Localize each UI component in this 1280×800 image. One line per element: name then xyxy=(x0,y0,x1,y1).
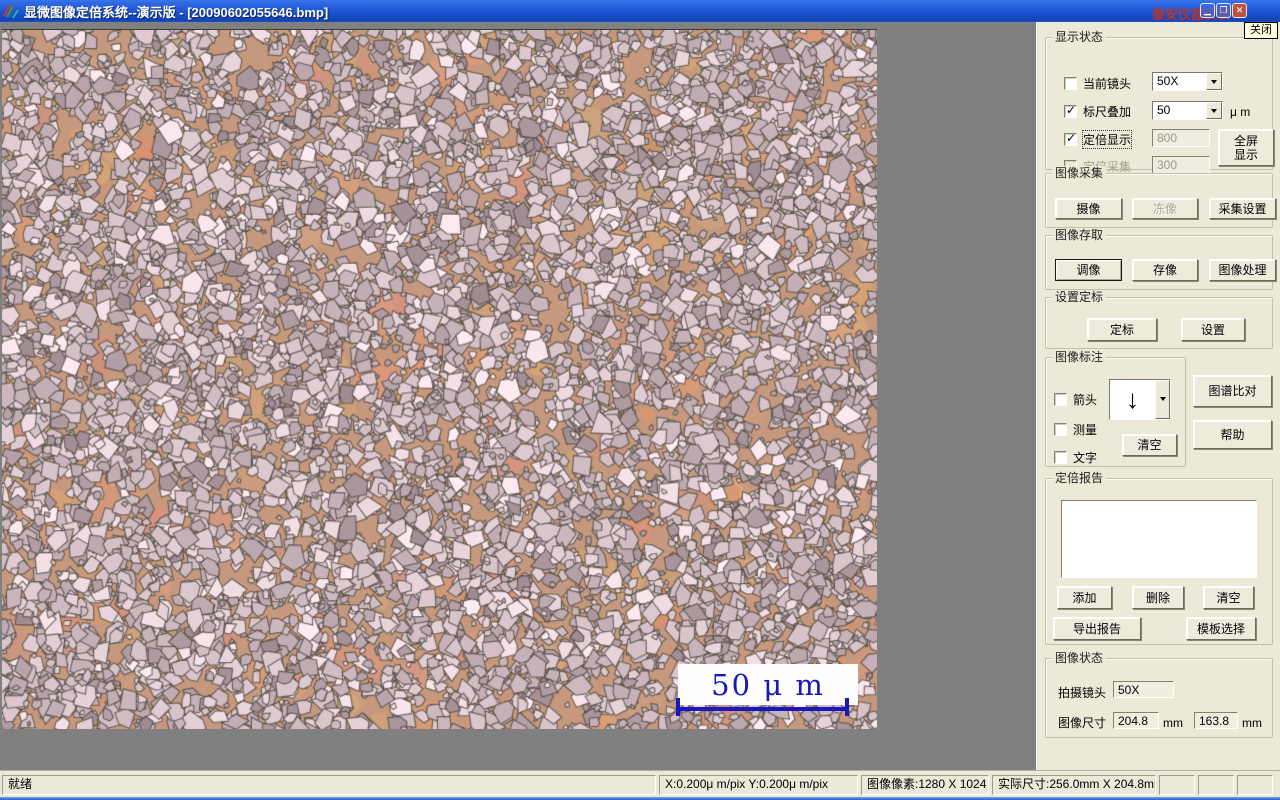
image-size-label: 图像尺寸 xyxy=(1058,716,1107,730)
window-title: 显微图像定倍系统--演示版 - [20090602055646.bmp] xyxy=(24,4,329,20)
calibrate-button[interactable]: 定标 xyxy=(1087,318,1157,341)
chevron-down-icon[interactable] xyxy=(1155,380,1170,419)
status-ready: 就绪 xyxy=(2,775,656,795)
report-clear-button[interactable]: 清空 xyxy=(1203,586,1254,609)
width-unit-label: mm xyxy=(1163,716,1183,730)
camera-button[interactable]: 摄像 xyxy=(1055,198,1122,219)
microscope-image[interactable] xyxy=(2,29,877,729)
status-image-pixels: 图像像素:1280 X 1024 xyxy=(861,775,989,795)
lens-status-field: 50X xyxy=(1113,681,1174,698)
group-calibration: 设置定标 定标 设置 xyxy=(1045,290,1273,349)
group-title: 图像状态 xyxy=(1052,651,1107,665)
capture-settings-button[interactable]: 采集设置 xyxy=(1209,198,1276,219)
save-image-button[interactable]: 存像 xyxy=(1132,259,1198,281)
checkbox-box[interactable] xyxy=(1064,131,1077,146)
scale-bar-tick-left xyxy=(676,698,680,716)
freeze-button: 冻像 xyxy=(1132,198,1198,219)
group-display-status: 显示状态 当前镜头 50X 标尺叠加 50 μ m 定倍显示 80 xyxy=(1045,30,1274,174)
status-empty-1 xyxy=(1159,775,1195,795)
group-annotation: 图像标注 箭头 ↓ 测量 清空 文字 xyxy=(1045,350,1186,467)
export-report-button[interactable]: 导出报告 xyxy=(1053,617,1141,640)
checkbox-arrow[interactable]: 箭头 xyxy=(1054,391,1097,408)
group-image-storage: 图像存取 调像 存像 图像处理 xyxy=(1045,228,1276,290)
arrow-down-icon: ↓ xyxy=(1126,384,1139,414)
report-add-button[interactable]: 添加 xyxy=(1057,586,1112,609)
report-delete-button[interactable]: 删除 xyxy=(1132,586,1184,609)
group-title: 设置定标 xyxy=(1052,290,1107,304)
group-title: 图像采集 xyxy=(1052,166,1107,180)
group-title: 图像标注 xyxy=(1052,350,1107,364)
client-area: 50 μ m 显示状态 当前镜头 50X 标尺叠加 50 μ m xyxy=(0,22,1280,770)
group-image-status: 图像状态 拍摄镜头 50X 图像尺寸 204.8 mm 163.8 mm xyxy=(1045,651,1273,738)
restore-icon: ❐ xyxy=(1219,5,1228,15)
checkbox-ruler-overlay[interactable]: 标尺叠加 xyxy=(1064,103,1131,120)
minimize-icon: ▁ xyxy=(1204,5,1211,15)
clear-annotation-button[interactable]: 清空 xyxy=(1122,434,1177,456)
close-tooltip: 关闭 xyxy=(1244,22,1278,39)
height-unit-label: mm xyxy=(1242,716,1262,730)
group-title: 定倍报告 xyxy=(1052,471,1107,485)
status-actual-size: 实际尺寸:256.0mm X 204.8mm xyxy=(992,775,1156,795)
checkbox-box[interactable] xyxy=(1064,103,1077,118)
image-process-button[interactable]: 图像处理 xyxy=(1209,259,1276,281)
minimize-button[interactable]: ▁ xyxy=(1200,3,1215,18)
close-icon: ✕ xyxy=(1235,5,1244,15)
ruler-unit-label: μ m xyxy=(1230,105,1251,119)
checkbox-text[interactable]: 文字 xyxy=(1054,449,1097,466)
checkbox-box[interactable] xyxy=(1054,393,1067,406)
restore-button[interactable]: ❐ xyxy=(1216,3,1231,18)
settings-button[interactable]: 设置 xyxy=(1181,318,1245,341)
fixed-display-value-field: 800 xyxy=(1152,129,1210,147)
checkbox-fixed-display[interactable]: 定倍显示 xyxy=(1064,130,1133,149)
checkbox-box[interactable] xyxy=(1054,423,1067,436)
close-button[interactable]: ✕ xyxy=(1232,3,1247,18)
scale-bar-tick-right xyxy=(845,698,849,716)
scale-bar-label: 50 μ m xyxy=(711,667,825,702)
fixed-capture-value-field: 300 xyxy=(1152,156,1210,174)
image-height-field: 163.8 xyxy=(1194,712,1238,729)
atlas-compare-button[interactable]: 图谱比对 xyxy=(1193,375,1272,407)
checkbox-measure[interactable]: 测量 xyxy=(1054,421,1097,438)
chevron-down-icon[interactable] xyxy=(1206,102,1222,119)
status-empty-2 xyxy=(1198,775,1234,795)
window-controls: ▁ ❐ ✕ xyxy=(1200,3,1247,18)
scale-bar-box: 50 μ m xyxy=(678,664,858,705)
title-bar: 显微图像定倍系统--演示版 - [20090602055646.bmp] 泰安仪… xyxy=(0,0,1280,22)
checkbox-current-lens[interactable]: 当前镜头 xyxy=(1064,75,1131,92)
checkbox-box[interactable] xyxy=(1064,77,1077,90)
chevron-down-icon[interactable] xyxy=(1206,73,1222,90)
report-listbox[interactable] xyxy=(1061,500,1257,578)
arrow-style-combobox[interactable]: ↓ xyxy=(1109,379,1171,420)
fullscreen-button[interactable]: 全屏显示 xyxy=(1218,129,1274,166)
group-title: 图像存取 xyxy=(1052,228,1107,242)
ruler-size-combobox[interactable]: 50 xyxy=(1152,101,1223,120)
app-icon xyxy=(3,4,19,19)
status-bar: 就绪 X:0.200μ m/pix Y:0.200μ m/pix 图像像素:12… xyxy=(0,770,1280,797)
checkbox-box[interactable] xyxy=(1054,451,1067,464)
group-title: 显示状态 xyxy=(1052,30,1107,44)
group-report: 定倍报告 添加 删除 清空 导出报告 模板选择 xyxy=(1045,471,1273,645)
load-image-button[interactable]: 调像 xyxy=(1055,259,1122,281)
group-image-capture: 图像采集 摄像 冻像 采集设置 xyxy=(1045,166,1276,228)
lens-combobox[interactable]: 50X xyxy=(1152,72,1223,91)
control-panel: 显示状态 当前镜头 50X 标尺叠加 50 μ m 定倍显示 80 xyxy=(1036,22,1280,770)
scale-bar-line xyxy=(678,707,849,711)
template-select-button[interactable]: 模板选择 xyxy=(1186,617,1256,640)
status-empty-3 xyxy=(1237,775,1273,795)
image-width-field: 204.8 xyxy=(1113,712,1159,729)
help-button[interactable]: 帮助 xyxy=(1193,420,1272,449)
status-pixel-scale: X:0.200μ m/pix Y:0.200μ m/pix xyxy=(659,775,858,795)
lens-status-label: 拍摄镜头 xyxy=(1058,686,1107,700)
